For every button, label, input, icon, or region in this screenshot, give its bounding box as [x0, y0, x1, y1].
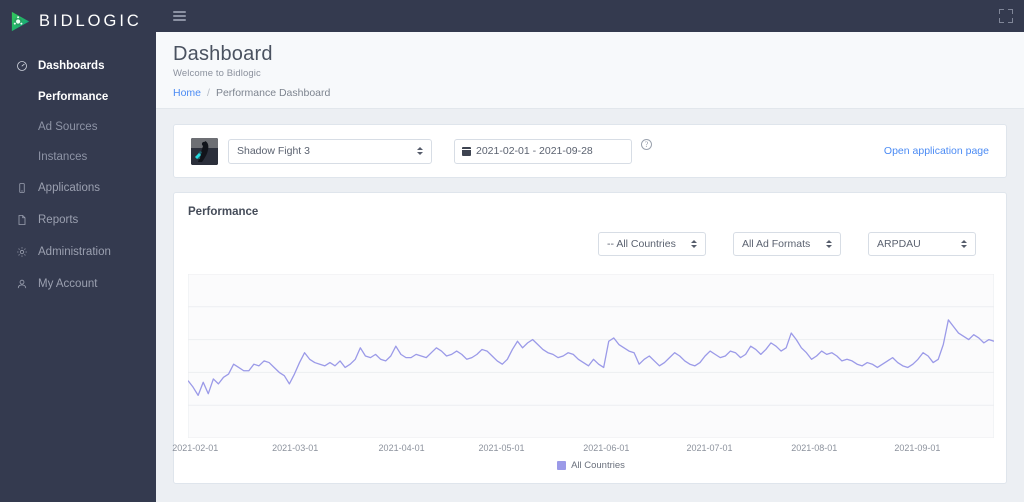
corner	[999, 9, 1004, 14]
sidebar-item-label: Ad Sources	[38, 121, 98, 133]
brand[interactable]: BIDLOGIC	[0, 5, 156, 37]
sidebar-item-label: Reports	[38, 214, 79, 226]
page-content: Shadow Fight 3 2021-02-01 - 2021-09-28 ?…	[156, 109, 1024, 502]
metric-select[interactable]: ARPDAU	[868, 232, 976, 256]
sidebar-item-administration[interactable]: Administration	[0, 236, 156, 268]
page-header: Dashboard Welcome to Bidlogic Home / Per…	[156, 32, 1024, 109]
shadow-fight-app-icon	[191, 137, 218, 165]
sidebar-item-dashboards[interactable]: Dashboards	[0, 50, 156, 82]
corner	[1008, 18, 1013, 23]
metric-select-value: ARPDAU	[877, 238, 921, 250]
document-icon	[14, 214, 30, 226]
sidebar-item-performance[interactable]: Performance	[0, 82, 156, 112]
chevron-updown-icon	[681, 240, 697, 248]
corner	[999, 18, 1004, 23]
sidebar-item-instances[interactable]: Instances	[0, 142, 156, 172]
sidebar-nav: Dashboards Performance Ad Sources Instan…	[0, 50, 156, 300]
breadcrumb-current: Performance Dashboard	[215, 87, 331, 99]
filter-bar-card: Shadow Fight 3 2021-02-01 - 2021-09-28 ?…	[173, 124, 1007, 178]
sidebar-item-label: Performance	[38, 91, 109, 103]
chevron-updown-icon	[407, 147, 423, 155]
ad-format-select-value: All Ad Formats	[742, 238, 811, 250]
date-range-input[interactable]: 2021-02-01 - 2021-09-28	[454, 138, 632, 164]
help-circle-icon[interactable]: ?	[641, 138, 652, 150]
sidebar-item-label: Instances	[38, 151, 88, 163]
phone-icon	[14, 182, 30, 194]
chart-x-tick-label: 2021-04-01	[378, 443, 425, 453]
play-triangle-logo-icon	[9, 10, 32, 33]
sidebar-item-label: My Account	[38, 278, 98, 290]
ad-format-select[interactable]: All Ad Formats	[733, 232, 841, 256]
chevron-updown-icon	[951, 240, 967, 248]
sidebar-item-reports[interactable]: Reports	[0, 204, 156, 236]
calendar-icon	[462, 146, 471, 156]
legend-label: All Countries	[571, 460, 625, 471]
brand-name: BIDLOGIC	[39, 11, 142, 30]
sidebar-item-label: Dashboards	[38, 60, 105, 72]
application-select-value: Shadow Fight 3	[237, 145, 310, 157]
chart-x-tick-label: 2021-08-01	[791, 443, 838, 453]
performance-chart-svg[interactable]	[188, 274, 994, 438]
chart-legend: All Countries	[188, 456, 994, 483]
country-select-value: -- All Countries	[607, 238, 676, 250]
breadcrumb-home[interactable]: Home	[173, 87, 201, 99]
app-root: BIDLOGIC Dashboards Performance Ad Sourc…	[0, 0, 1024, 502]
breadcrumb: Home / Performance Dashboard	[173, 87, 1024, 99]
hamburger-icon[interactable]	[172, 8, 187, 24]
hamburger-bar	[173, 19, 186, 21]
chart-filter-group: -- All Countries All Ad Formats ARPDAU	[174, 218, 1006, 256]
chevron-updown-icon	[816, 240, 832, 248]
chart-x-tick-label: 2021-03-01	[272, 443, 319, 453]
breadcrumb-separator: /	[207, 87, 210, 99]
chart-x-tick-label: 2021-09-01	[894, 443, 941, 453]
sidebar: BIDLOGIC Dashboards Performance Ad Sourc…	[0, 0, 156, 502]
hamburger-bar	[173, 11, 186, 13]
performance-card: Performance -- All Countries All Ad Form…	[172, 192, 1007, 484]
page-subtitle: Welcome to Bidlogic	[173, 68, 261, 79]
gauge-icon	[14, 60, 30, 72]
sidebar-item-label: Applications	[38, 182, 101, 194]
sidebar-item-applications[interactable]: Applications	[0, 172, 156, 204]
sidebar-item-my-account[interactable]: My Account	[0, 268, 156, 300]
topbar	[156, 0, 1024, 32]
page-title: Dashboard	[173, 43, 273, 65]
chart-x-axis: 2021-02-01 2021-03-01 2021-04-01 2021-05-01…	[172, 438, 994, 456]
sidebar-item-ad-sources[interactable]: Ad Sources	[0, 112, 156, 142]
application-select[interactable]: Shadow Fight 3	[228, 138, 432, 164]
performance-card-title: Performance	[188, 206, 259, 218]
hamburger-bar	[173, 15, 186, 17]
chart-x-tick-label: 2021-02-01	[172, 443, 219, 453]
performance-chart: 2021-02-01 2021-03-01 2021-04-01 2021-05-01…	[172, 256, 1006, 483]
country-select[interactable]: -- All Countries	[598, 232, 706, 256]
chart-x-tick-label: 2021-06-01	[583, 443, 630, 453]
gear-icon	[14, 246, 30, 258]
fullscreen-icon[interactable]	[999, 9, 1013, 23]
corner	[1008, 9, 1013, 14]
legend-swatch	[557, 461, 567, 470]
date-range-value: 2021-02-01 - 2021-09-28	[476, 145, 593, 157]
user-icon	[14, 278, 30, 290]
sidebar-item-label: Administration	[38, 246, 111, 258]
main-area: Dashboard Welcome to Bidlogic Home / Per…	[156, 0, 1024, 502]
chart-x-tick-label: 2021-07-01	[686, 443, 733, 453]
open-application-page-link[interactable]: Open application page	[884, 145, 992, 157]
chart-x-tick-label: 2021-05-01	[478, 443, 525, 453]
